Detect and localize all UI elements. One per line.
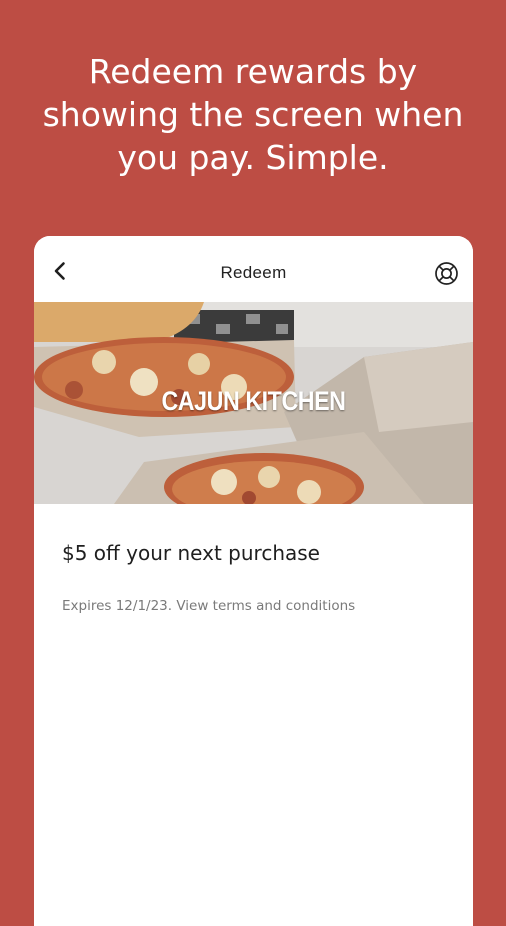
lifebuoy-icon xyxy=(435,262,458,285)
promo-headline: Redeem rewards by showing the screen whe… xyxy=(0,50,506,179)
promo-headline-line-1: Redeem rewards by xyxy=(88,52,418,91)
promo-headline-line-3: you pay. Simple. xyxy=(117,138,389,177)
phone-screen-card: Redeem CAJUN KITCHEN $5 off your next pu… xyxy=(34,236,473,926)
help-button[interactable] xyxy=(434,261,459,286)
hero-image: CAJUN KITCHEN xyxy=(34,302,473,504)
offer-title: $5 off your next purchase xyxy=(62,541,320,565)
offer-expiry-terms[interactable]: Expires 12/1/23. View terms and conditio… xyxy=(62,598,355,614)
top-app-bar: Redeem xyxy=(34,236,473,302)
brand-logo-text: CAJUN KITCHEN xyxy=(161,386,346,416)
promo-headline-line-2: showing the screen when xyxy=(42,95,464,134)
screen-title: Redeem xyxy=(220,263,287,282)
